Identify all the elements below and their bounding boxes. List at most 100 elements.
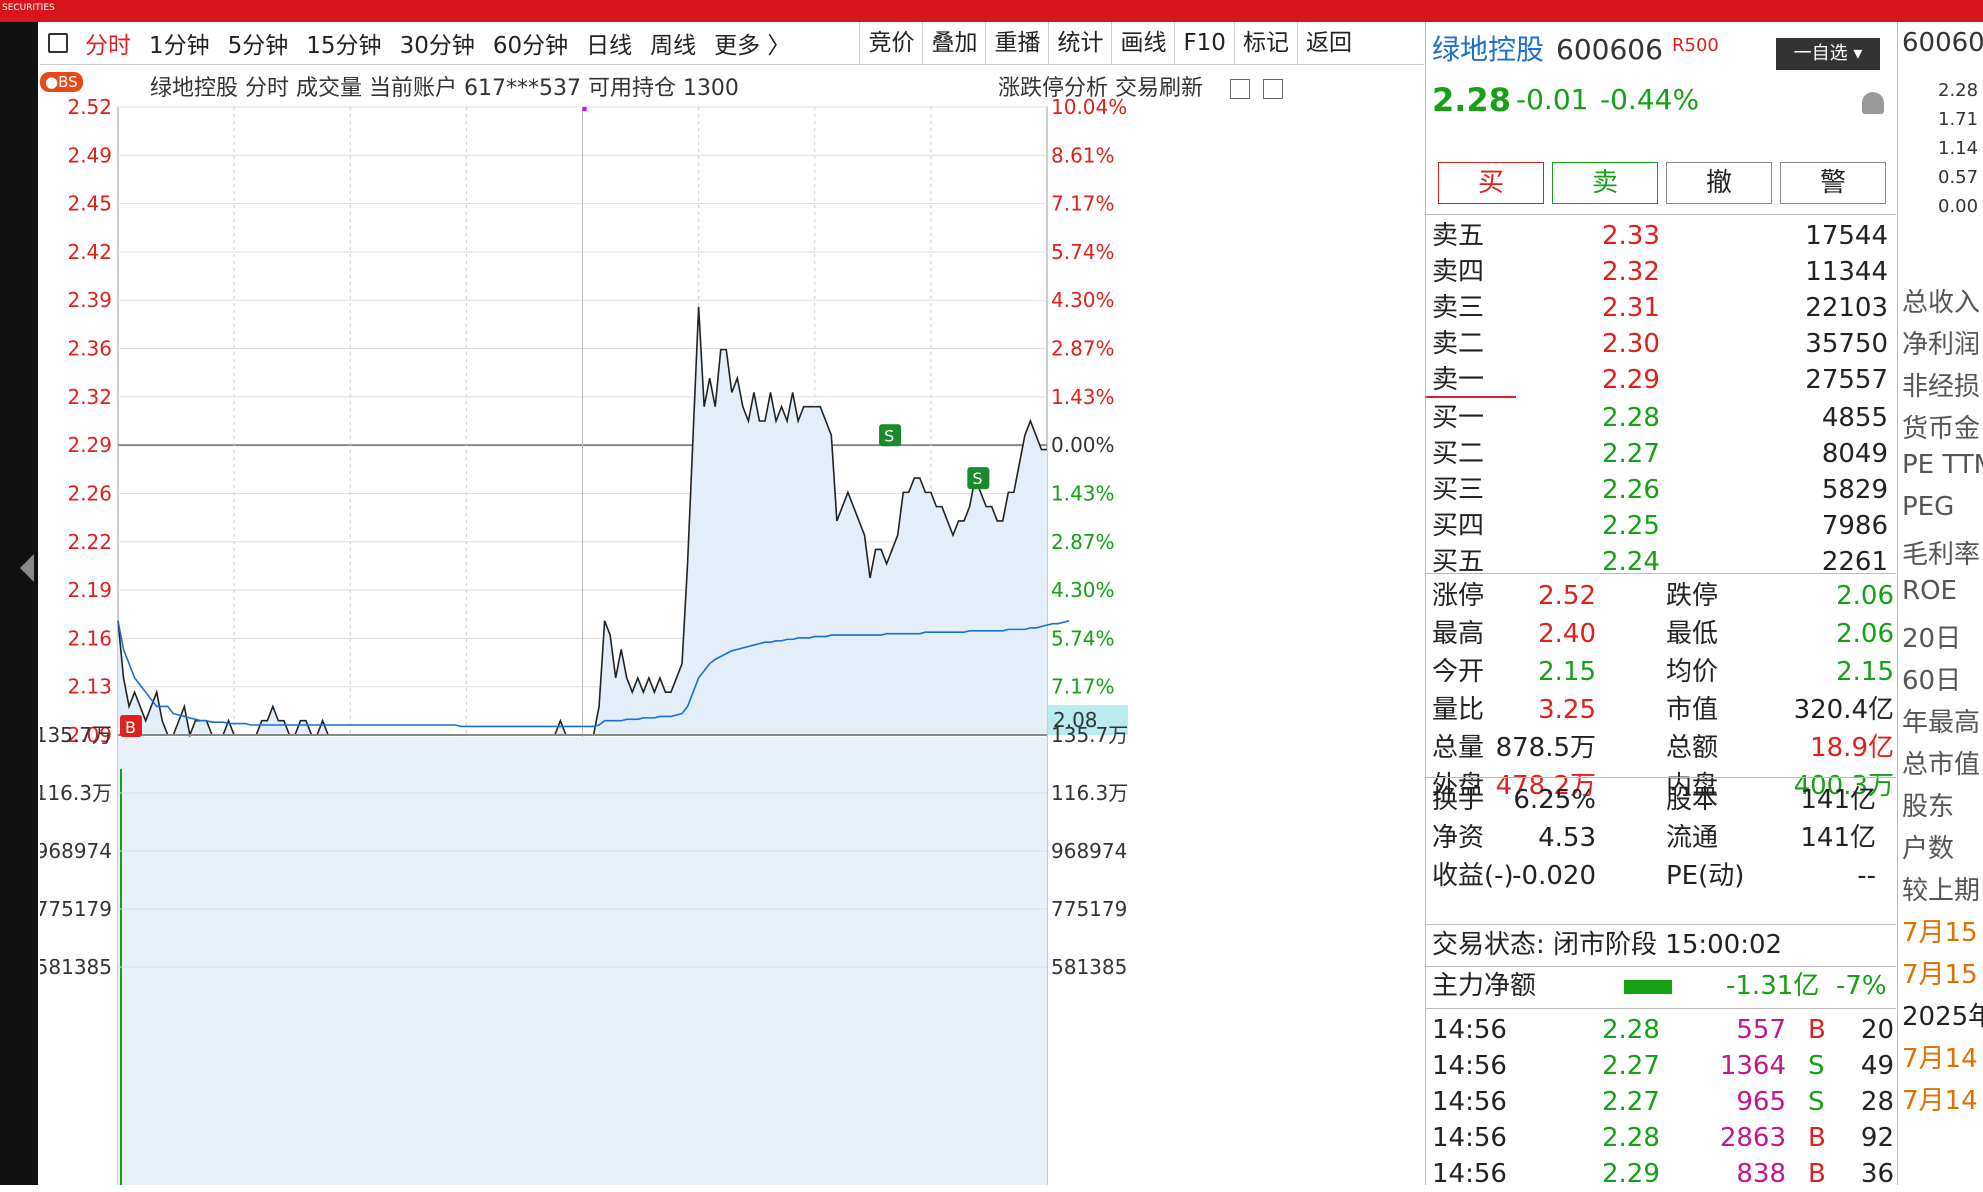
mark-button[interactable]: 标记: [1233, 22, 1297, 64]
tab-more[interactable]: 更多 〉: [705, 26, 799, 60]
trade-price: 2.29: [1602, 1159, 1660, 1189]
bid-volume: 8049: [1821, 439, 1888, 469]
trade-row: 14:56 2.27 1364 S 49: [1426, 1048, 1896, 1084]
tab-1min[interactable]: 1分钟: [140, 26, 219, 60]
stat-label: 今开: [1432, 657, 1485, 687]
stat-row: 净资 4.53 流通 141亿: [1426, 820, 1896, 856]
bs-badge[interactable]: ●BS: [40, 72, 83, 92]
ask-price: 2.32: [1602, 257, 1660, 287]
bell-icon[interactable]: [1862, 92, 1884, 114]
ask-level-label: 卖四: [1432, 257, 1485, 287]
tab-daily[interactable]: 日线: [577, 26, 641, 60]
intraday-chart[interactable]: 2.52 2.49 2.45 2.42 2.39 2.36 2.32 2.29 2.26 2.22…: [40, 95, 1425, 1185]
bid-price: 2.26: [1602, 475, 1660, 505]
fr-label: 7月15: [1902, 960, 1978, 990]
tab-intraday[interactable]: 分时: [76, 26, 140, 60]
volume-tick-label-right: 968974: [1051, 839, 1127, 863]
trade-time: 14:56: [1432, 1123, 1507, 1153]
main-flow-value: -1.31亿: [1726, 971, 1820, 1001]
main-flow-pct: -7%: [1836, 971, 1887, 1001]
back-button[interactable]: 返回: [1296, 22, 1360, 64]
trade-count: 92: [1860, 1123, 1894, 1153]
stat-label: 市值: [1666, 695, 1719, 725]
period-tab-bar: 分时 1分钟 5分钟 15分钟 30分钟 60分钟 日线 周线 更多 〉 竞价 …: [40, 22, 1424, 65]
divider: [1426, 924, 1896, 925]
stat-label: 跌停: [1666, 581, 1719, 611]
stat-row: 涨停 2.52 跌停 2.06: [1426, 578, 1896, 614]
stat-value: 6.25%: [1513, 785, 1596, 815]
stat-value: 141亿: [1800, 823, 1876, 853]
overlay-button[interactable]: 叠加: [922, 22, 985, 64]
stat-label: 换手: [1432, 785, 1485, 815]
stat-label: 收益(-): [1432, 861, 1514, 891]
trade-count: 20: [1860, 1015, 1894, 1045]
main-flow-row[interactable]: 主力净额 -1.31亿 -7%: [1426, 968, 1896, 1004]
stat-value: 2.40: [1538, 619, 1596, 649]
divider: [1426, 573, 1896, 574]
watchlist-label[interactable]: 一自选: [1794, 43, 1848, 64]
ask-row: 卖五 2.33 17544: [1426, 218, 1896, 254]
watchlist-button[interactable]: 一自选 ▾: [1776, 38, 1880, 70]
tab-15min[interactable]: 15分钟: [297, 26, 390, 60]
stat-value: 2.15: [1538, 657, 1596, 687]
fr-label: 总市值: [1902, 750, 1981, 780]
price-tick-label: 2.16: [67, 626, 112, 650]
divider: [1426, 214, 1896, 215]
ask-row: 卖三 2.31 22103: [1426, 290, 1896, 326]
fr-label: 7月14: [1902, 1086, 1978, 1116]
stat-row: 总量 878.5万 总额 18.9亿: [1426, 730, 1896, 766]
bid-price: 2.27: [1602, 439, 1660, 469]
alert-button[interactable]: 警: [1780, 162, 1886, 204]
sell-marker-label: S: [972, 469, 982, 488]
fr-label: 非经损: [1902, 372, 1981, 402]
ask-level-label: 卖一: [1432, 365, 1485, 395]
price-tick-label: 2.32: [67, 385, 112, 409]
fr-axis-tick: 0.57: [1938, 167, 1979, 188]
fr-label: 较上期: [1902, 876, 1981, 906]
fr-label: 60日: [1902, 666, 1962, 696]
pct-tick-label: 1.43%: [1051, 481, 1115, 505]
bid-level-label: 买二: [1432, 439, 1485, 469]
volume-tick-label: 135.7万: [40, 723, 112, 747]
draw-button[interactable]: 画线: [1111, 22, 1174, 64]
bid-row: 买二 2.27 8049: [1426, 436, 1896, 472]
bid-level-label: 买三: [1432, 475, 1485, 505]
fr-code: 60060: [1902, 28, 1983, 58]
fr-label: 毛利率: [1902, 540, 1981, 570]
buy-button[interactable]: 买: [1438, 162, 1544, 204]
tab-5min[interactable]: 5分钟: [219, 26, 298, 60]
bid-level-label: 买一: [1432, 403, 1485, 433]
pct-tick-label: 0.00%: [1051, 433, 1115, 457]
last-price: 2.28: [1432, 81, 1511, 119]
tab-30min[interactable]: 30分钟: [391, 26, 484, 60]
bid-row: 买一 2.28 4855: [1426, 400, 1896, 436]
fr-label: PE TTM: [1902, 450, 1983, 480]
cancel-order-button[interactable]: 撤: [1666, 162, 1772, 204]
trade-side: B: [1808, 1015, 1826, 1045]
price-tick-label: 2.39: [67, 288, 112, 312]
tab-60min[interactable]: 60分钟: [484, 26, 577, 60]
bid-volume: 5829: [1821, 475, 1888, 505]
replay-button[interactable]: 重播: [985, 22, 1048, 64]
pct-tick-label: 7.17%: [1051, 675, 1115, 699]
book-divider-mark: [1426, 396, 1516, 398]
ask-row: 卖二 2.30 35750: [1426, 326, 1896, 362]
auction-button[interactable]: 竞价: [859, 22, 922, 64]
collapse-arrow-icon[interactable]: [20, 554, 34, 582]
volume-tick-label: 581385: [40, 955, 112, 979]
stat-row: 收益(-) -0.020 PE(动) --: [1426, 858, 1896, 894]
sell-button[interactable]: 卖: [1552, 162, 1658, 204]
layout-toggle-icon[interactable]: [48, 33, 68, 53]
price-tick-label: 2.45: [67, 192, 112, 216]
quote-panel: 绿地控股 600606 R500 一自选 ▾ 2.28 -0.01 -0.44%…: [1425, 22, 1896, 1189]
divider: [1426, 966, 1896, 967]
divider: [1426, 1008, 1896, 1009]
tab-weekly[interactable]: 周线: [641, 26, 705, 60]
left-collapse-strip[interactable]: [0, 22, 38, 1185]
f10-button[interactable]: F10: [1174, 22, 1234, 64]
volume-tick-label-right: 581385: [1051, 955, 1127, 979]
auction-marker: [582, 107, 587, 111]
stats-button[interactable]: 统计: [1048, 22, 1111, 64]
main-flow-label: 主力净额: [1432, 971, 1537, 1001]
stat-value: 2.06: [1836, 581, 1894, 611]
